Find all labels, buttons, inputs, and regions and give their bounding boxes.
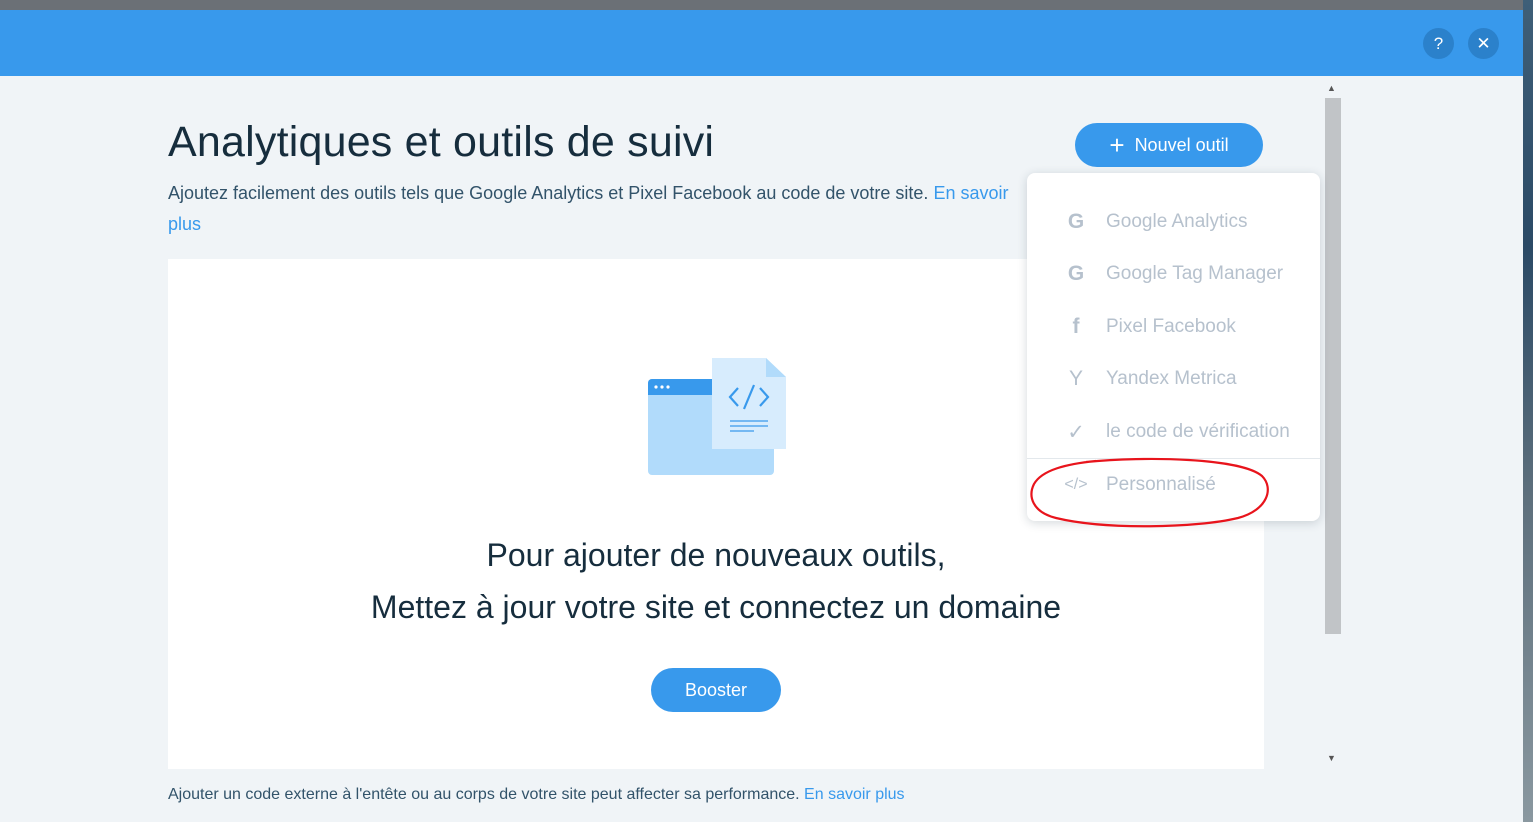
code-icon: </> bbox=[1064, 476, 1088, 493]
dropdown-item-google-tag-manager[interactable]: G Google Tag Manager bbox=[1027, 248, 1320, 300]
new-tool-dropdown: G Google Analytics G Google Tag Manager … bbox=[1027, 173, 1320, 521]
footer-text: Ajouter un code externe à l'entête ou au… bbox=[168, 786, 800, 803]
dropdown-item-label: Personnalisé bbox=[1106, 474, 1216, 495]
card-heading-line-2: Mettez à jour votre site et connectez un… bbox=[370, 589, 1062, 625]
close-button[interactable]: ✕ bbox=[1468, 28, 1499, 59]
google-icon: G bbox=[1067, 210, 1085, 233]
dropdown-item-label: Google Tag Manager bbox=[1106, 263, 1284, 284]
yandex-icon: Y bbox=[1068, 367, 1083, 390]
dropdown-item-custom[interactable]: </> Personnalisé bbox=[1027, 459, 1320, 511]
dropdown-item-yandex-metrica[interactable]: Y Yandex Metrica bbox=[1027, 353, 1320, 405]
analytics-modal: ? ✕ Analytiques et outils de suivi Ajout… bbox=[0, 10, 1523, 822]
scroll-down-arrow-icon[interactable]: ▼ bbox=[1327, 753, 1336, 763]
new-tool-button[interactable]: + Nouvel outil bbox=[1075, 123, 1263, 167]
scrollbar-thumb[interactable] bbox=[1325, 98, 1341, 634]
page-subtitle: Ajoutez facilement des outils tels que G… bbox=[168, 178, 1038, 240]
footer-note: Ajouter un code externe à l'entête ou au… bbox=[168, 786, 905, 804]
help-icon: ? bbox=[1433, 33, 1444, 53]
dropdown-item-label: Yandex Metrica bbox=[1106, 368, 1237, 389]
page-title: Analytiques et outils de suivi bbox=[168, 118, 715, 166]
facebook-icon: f bbox=[1072, 315, 1080, 338]
footer-learn-more-link[interactable]: En savoir plus bbox=[804, 786, 905, 803]
close-icon: ✕ bbox=[1476, 33, 1491, 53]
dropdown-item-label: le code de vérification bbox=[1106, 421, 1290, 442]
dropdown-item-google-analytics[interactable]: G Google Analytics bbox=[1027, 196, 1320, 248]
check-icon: ✓ bbox=[1067, 420, 1085, 444]
dropdown-item-verification-code[interactable]: ✓ le code de vérification bbox=[1027, 406, 1320, 458]
dropdown-item-label: Google Analytics bbox=[1106, 211, 1248, 232]
google-icon: G bbox=[1067, 262, 1085, 285]
code-file-illustration bbox=[648, 358, 786, 475]
dropdown-item-label: Pixel Facebook bbox=[1106, 316, 1236, 337]
backdrop-edge bbox=[1523, 0, 1533, 822]
booster-button[interactable]: Booster bbox=[651, 668, 781, 712]
help-button[interactable]: ? bbox=[1423, 28, 1454, 59]
card-heading-line-1: Pour ajouter de nouveaux outils, bbox=[486, 537, 946, 573]
subtitle-text: Ajoutez facilement des outils tels que G… bbox=[168, 183, 929, 203]
plus-icon: + bbox=[1109, 130, 1125, 160]
new-tool-label: Nouvel outil bbox=[1134, 134, 1229, 155]
scroll-up-arrow-icon[interactable]: ▲ bbox=[1327, 83, 1336, 93]
modal-header: ? ✕ bbox=[0, 10, 1523, 76]
dropdown-item-pixel-facebook[interactable]: f Pixel Facebook bbox=[1027, 301, 1320, 353]
backdrop bbox=[0, 0, 1533, 10]
